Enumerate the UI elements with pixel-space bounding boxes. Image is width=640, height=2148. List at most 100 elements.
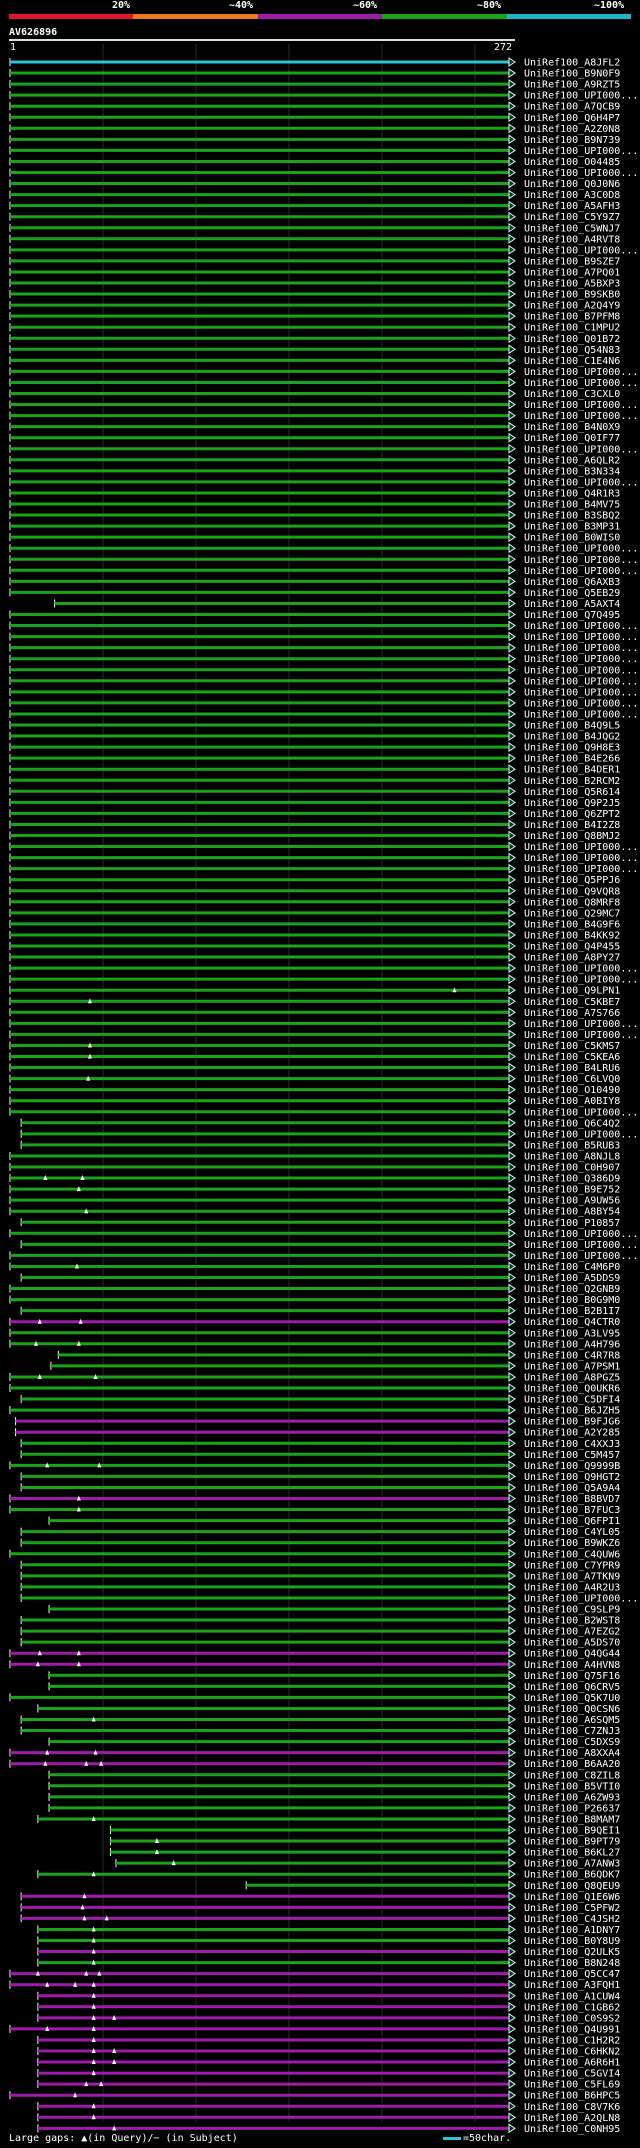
hit-id-label[interactable]: UniRef100_Q5K7U0 bbox=[524, 1693, 620, 1704]
hit-id-label[interactable]: UniRef100_UPI000... bbox=[524, 477, 638, 488]
hit-id-label[interactable]: UniRef100_B6QDK7 bbox=[524, 1870, 620, 1881]
hit-row[interactable]: UniRef100_C5M457 bbox=[20, 1449, 620, 1461]
hit-id-label[interactable]: UniRef100_B5RUB3 bbox=[524, 1140, 620, 1151]
hit-row[interactable]: UniRef100_B4JQG2 bbox=[9, 731, 620, 743]
hit-row[interactable]: UniRef100_A7ANW3 bbox=[115, 1858, 620, 1870]
hit-row[interactable]: UniRef100_A4RVT8 bbox=[9, 233, 620, 245]
hit-row[interactable]: UniRef100_Q0UKR6 bbox=[9, 1383, 620, 1395]
hit-row[interactable]: UniRef100_Q01B72 bbox=[9, 333, 620, 345]
hit-id-label[interactable]: UniRef100_C5WNJ7 bbox=[524, 223, 620, 234]
hit-id-label[interactable]: UniRef100_B5VTI0 bbox=[524, 1781, 620, 1792]
hit-row[interactable]: UniRef100_B9FJG6 bbox=[15, 1416, 621, 1428]
hit-row[interactable]: UniRef100_B2RCM2 bbox=[9, 775, 620, 787]
hit-id-label[interactable]: UniRef100_UPI000... bbox=[524, 643, 638, 654]
hit-id-label[interactable]: UniRef100_UPI000... bbox=[524, 1593, 638, 1604]
hit-id-label[interactable]: UniRef100_B6HPC5 bbox=[524, 2091, 620, 2102]
hit-id-label[interactable]: UniRef100_O04485 bbox=[524, 157, 620, 168]
hit-row[interactable]: UniRef100_C5KMS7 bbox=[9, 1040, 620, 1052]
hit-id-label[interactable]: UniRef100_C0NH95 bbox=[524, 2124, 620, 2135]
hit-row[interactable]: UniRef100_UPI000... bbox=[20, 1128, 638, 1140]
hit-row[interactable]: UniRef100_B6AA20 bbox=[9, 1758, 620, 1770]
hit-row[interactable]: UniRef100_UPI000... bbox=[9, 675, 638, 687]
hit-row[interactable]: UniRef100_B2WST8 bbox=[20, 1615, 620, 1627]
hit-id-label[interactable]: UniRef100_A4RVT8 bbox=[524, 234, 620, 245]
hit-id-label[interactable]: UniRef100_B4N0X9 bbox=[524, 422, 620, 433]
hit-row[interactable]: UniRef100_A8NJL8 bbox=[9, 1151, 620, 1162]
hit-id-label[interactable]: UniRef100_Q5R614 bbox=[524, 787, 620, 798]
hit-row[interactable]: UniRef100_Q6H4P7 bbox=[9, 112, 620, 124]
hit-id-label[interactable]: UniRef100_UPI000... bbox=[524, 146, 638, 157]
hit-row[interactable]: UniRef100_B4LRU6 bbox=[9, 1062, 620, 1074]
hit-row[interactable]: UniRef100_C8V7K6 bbox=[37, 2101, 620, 2113]
hit-id-label[interactable]: UniRef100_B4DER1 bbox=[524, 765, 620, 776]
hit-id-label[interactable]: UniRef100_C7ZNJ3 bbox=[524, 1726, 620, 1737]
hit-row[interactable]: UniRef100_A3FQH1 bbox=[9, 1979, 620, 1991]
hit-row[interactable]: UniRef100_A8PY27 bbox=[9, 952, 620, 964]
hit-row[interactable]: UniRef100_UPI000... bbox=[20, 1239, 638, 1251]
hit-id-label[interactable]: UniRef100_B4KK92 bbox=[524, 930, 620, 941]
hit-id-label[interactable]: UniRef100_C5DFI4 bbox=[524, 1395, 620, 1406]
hit-row[interactable]: UniRef100_B6KL27 bbox=[109, 1847, 620, 1859]
hit-row[interactable]: UniRef100_UPI000... bbox=[9, 443, 638, 455]
hit-row[interactable]: UniRef100_A5AXT4 bbox=[54, 598, 621, 610]
hit-row[interactable]: UniRef100_UPI000... bbox=[9, 244, 638, 256]
hit-row[interactable]: UniRef100_Q386D9 bbox=[9, 1173, 620, 1185]
hit-id-label[interactable]: UniRef100_Q4R1R3 bbox=[524, 488, 620, 499]
hit-id-label[interactable]: UniRef100_Q7Q495 bbox=[524, 610, 620, 621]
hit-id-label[interactable]: UniRef100_UPI000... bbox=[524, 687, 638, 698]
hit-id-label[interactable]: UniRef100_B3SBQ2 bbox=[524, 511, 620, 522]
hit-id-label[interactable]: UniRef100_Q9LPN1 bbox=[524, 986, 620, 997]
hit-row[interactable]: UniRef100_A5AFH3 bbox=[9, 200, 620, 212]
hit-row[interactable]: UniRef100_C0S9S2 bbox=[37, 2012, 620, 2024]
hit-id-label[interactable]: UniRef100_C6HKN2 bbox=[524, 2047, 620, 2058]
hit-id-label[interactable]: UniRef100_UPI000... bbox=[524, 1107, 638, 1118]
hit-row[interactable]: UniRef100_A5DDS9 bbox=[20, 1272, 620, 1284]
hit-id-label[interactable]: UniRef100_B9SZE7 bbox=[524, 256, 620, 267]
hit-row[interactable]: UniRef100_C5WNJ7 bbox=[9, 222, 620, 234]
hit-id-label[interactable]: UniRef100_UPI000... bbox=[524, 665, 638, 676]
hit-row[interactable]: UniRef100_A8BY54 bbox=[9, 1206, 620, 1218]
hit-row[interactable]: UniRef100_C9SLP9 bbox=[48, 1604, 620, 1616]
hit-row[interactable]: UniRef100_UPI000... bbox=[9, 1018, 638, 1030]
hit-id-label[interactable]: UniRef100_B7PFM8 bbox=[524, 312, 620, 323]
hit-row[interactable]: UniRef100_B4I2Z8 bbox=[9, 819, 620, 831]
hit-id-label[interactable]: UniRef100_UPI000... bbox=[524, 698, 638, 709]
hit-row[interactable]: UniRef100_O04485 bbox=[9, 156, 620, 168]
hit-id-label[interactable]: UniRef100_C5PFW2 bbox=[524, 1903, 620, 1914]
hit-row[interactable]: UniRef100_A5BXP3 bbox=[9, 278, 620, 290]
hit-row[interactable]: UniRef100_A7TKN9 bbox=[20, 1570, 620, 1582]
hit-row[interactable]: UniRef100_A8JFL2 bbox=[9, 57, 620, 69]
hit-row[interactable]: UniRef100_C5KEA6 bbox=[9, 1051, 620, 1063]
hit-row[interactable]: UniRef100_C5PFW2 bbox=[20, 1902, 620, 1914]
hit-id-label[interactable]: UniRef100_A3LV95 bbox=[524, 1328, 620, 1339]
hit-id-label[interactable]: UniRef100_C6LVQ0 bbox=[524, 1074, 620, 1085]
hit-id-label[interactable]: UniRef100_Q8MRF8 bbox=[524, 897, 620, 908]
hit-id-label[interactable]: UniRef100_C1GB62 bbox=[524, 2002, 620, 2013]
hit-row[interactable]: UniRef100_Q9HGT2 bbox=[20, 1471, 620, 1483]
hit-row[interactable]: UniRef100_B9PT79 bbox=[109, 1836, 620, 1848]
hit-id-label[interactable]: UniRef100_Q0UKR6 bbox=[524, 1384, 620, 1395]
hit-id-label[interactable]: UniRef100_Q5PPJ6 bbox=[524, 875, 620, 886]
hit-row[interactable]: UniRef100_Q9999B bbox=[9, 1460, 620, 1472]
hit-id-label[interactable]: UniRef100_A6ZW93 bbox=[524, 1792, 620, 1803]
hit-id-label[interactable]: UniRef100_Q9VQR8 bbox=[524, 886, 620, 897]
hit-row[interactable]: UniRef100_UPI000... bbox=[9, 1250, 638, 1262]
hit-id-label[interactable]: UniRef100_C9SLP9 bbox=[524, 1605, 620, 1616]
hit-row[interactable]: UniRef100_UPI000... bbox=[9, 709, 638, 720]
hit-id-label[interactable]: UniRef100_A7S766 bbox=[524, 1008, 620, 1019]
hit-row[interactable]: UniRef100_A7PSM1 bbox=[50, 1360, 620, 1372]
hit-id-label[interactable]: UniRef100_C1H2R2 bbox=[524, 2035, 620, 2046]
hit-row[interactable]: UniRef100_Q9LPN1 bbox=[9, 985, 620, 997]
hit-id-label[interactable]: UniRef100_P26637 bbox=[524, 1803, 620, 1814]
hit-id-label[interactable]: UniRef100_UPI000... bbox=[524, 654, 638, 665]
hit-id-label[interactable]: UniRef100_Q6C4Q2 bbox=[524, 1118, 620, 1129]
hit-row[interactable]: UniRef100_UPI000... bbox=[9, 1228, 638, 1240]
hit-row[interactable]: UniRef100_Q6AXB3 bbox=[9, 576, 620, 588]
hit-id-label[interactable]: UniRef100_Q8BMJ2 bbox=[524, 831, 620, 842]
hit-id-label[interactable]: UniRef100_Q9HGT2 bbox=[524, 1472, 620, 1483]
hit-row[interactable]: UniRef100_Q0IF77 bbox=[9, 432, 620, 444]
hit-row[interactable]: UniRef100_Q4U991 bbox=[9, 2023, 620, 2035]
hit-id-label[interactable]: UniRef100_UPI000... bbox=[524, 709, 638, 720]
hit-id-label[interactable]: UniRef100_Q5EB29 bbox=[524, 588, 620, 599]
hit-id-label[interactable]: UniRef100_Q5CC47 bbox=[524, 1969, 620, 1980]
